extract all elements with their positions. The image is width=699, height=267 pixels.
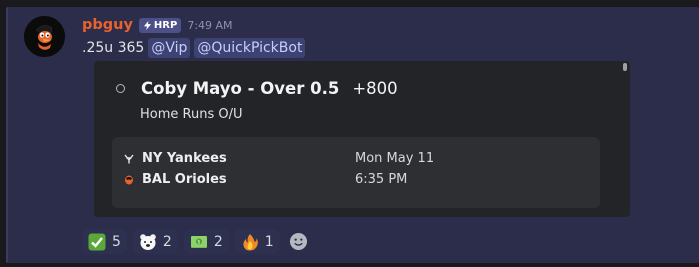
- svg-text:$: $: [197, 239, 200, 245]
- money-bill-icon: $: [190, 233, 208, 251]
- market-label: Home Runs O/U: [140, 107, 243, 122]
- game-time: 6:35 PM: [355, 172, 408, 187]
- reactions-bar: 5 2 $ 2 1: [82, 229, 311, 254]
- polar-bear-icon: [139, 233, 157, 251]
- pick-title: Coby Mayo - Over 0.5: [141, 78, 340, 98]
- mention-quickpickbot[interactable]: @QuickPickBot: [194, 38, 306, 58]
- timestamp: 7:49 AM: [187, 18, 233, 32]
- reaction-count: 1: [264, 233, 274, 250]
- mention-vip[interactable]: @Vip: [148, 38, 191, 58]
- reaction-count: 2: [162, 233, 172, 250]
- role-tag-label: HRP: [153, 19, 178, 31]
- fire-icon: [241, 233, 259, 251]
- pick-odds: +800: [352, 78, 398, 98]
- reaction-count: 2: [213, 233, 223, 250]
- avatar[interactable]: [24, 16, 65, 57]
- pick-embed: Coby Mayo - Over 0.5 +800 Home Runs O/U …: [94, 61, 630, 217]
- check-mark-icon: [88, 233, 106, 251]
- reaction-count: 5: [112, 233, 121, 250]
- lightning-icon: [143, 20, 152, 30]
- message-text: .25u 365: [82, 40, 145, 56]
- oriole-bird-icon: [24, 16, 65, 57]
- orioles-logo-icon: [125, 175, 133, 184]
- radio-circle-icon[interactable]: [116, 83, 125, 93]
- smiley-add-icon: [289, 232, 307, 251]
- game-date: Mon May 11: [355, 151, 435, 166]
- yankees-logo-icon: [124, 154, 134, 163]
- away-team: BAL Orioles: [124, 172, 227, 187]
- reaction-money[interactable]: $ 2: [183, 229, 229, 254]
- role-tag[interactable]: HRP: [138, 17, 182, 33]
- home-team-name: NY Yankees: [142, 151, 227, 166]
- message-header: pbguy HRP 7:49 AM: [82, 15, 233, 35]
- away-team-name: BAL Orioles: [142, 172, 227, 187]
- reaction-check[interactable]: 5: [82, 229, 127, 254]
- embed-scrollbar[interactable]: [623, 63, 627, 71]
- game-card: NY Yankees BAL Orioles Mon May 11 6:35 P…: [112, 137, 600, 208]
- pick-row: Coby Mayo - Over 0.5 +800: [116, 77, 398, 99]
- reaction-fire[interactable]: 1: [234, 229, 280, 254]
- add-reaction-button[interactable]: [286, 229, 311, 254]
- username[interactable]: pbguy: [82, 17, 133, 33]
- message-content: .25u 365 @Vip @QuickPickBot: [82, 38, 306, 58]
- reaction-polar-bear[interactable]: 2: [132, 229, 178, 254]
- home-team: NY Yankees: [124, 151, 227, 166]
